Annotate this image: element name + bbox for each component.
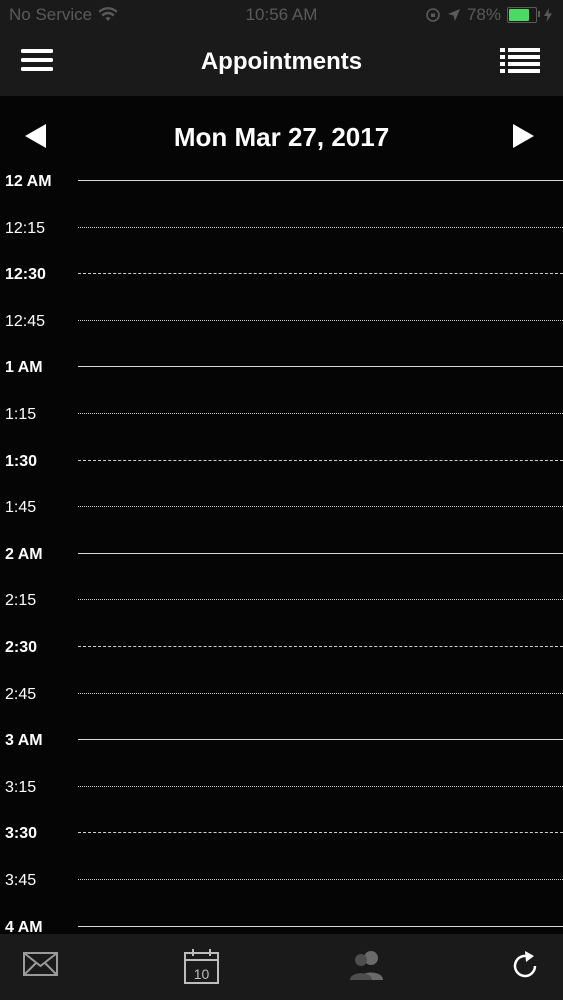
status-right: 78% (425, 5, 553, 25)
time-slot-row[interactable]: 2:15 (0, 591, 563, 611)
time-slot-row[interactable]: 1 AM (0, 358, 563, 378)
time-slot-divider (78, 459, 563, 461)
time-slot-row[interactable]: 2:30 (0, 638, 563, 658)
time-slot-row[interactable]: 3:45 (0, 871, 563, 891)
time-slot-label: 1:45 (5, 499, 37, 517)
time-slot-row[interactable]: 12:15 (0, 219, 563, 239)
time-slot-label: 1:30 (5, 452, 38, 470)
time-slot-label: 3 AM (5, 732, 43, 750)
time-slot-divider (78, 180, 563, 181)
time-slot-row[interactable]: 2:45 (0, 685, 563, 705)
time-slot-divider (78, 739, 563, 741)
tab-calendar[interactable]: 10 (183, 948, 223, 986)
time-slot-label: 2:30 (5, 639, 38, 656)
time-slot-label: 4 AM (5, 918, 43, 934)
time-slot-divider (78, 506, 563, 508)
charging-bolt-icon (544, 8, 552, 22)
time-slot-divider (78, 832, 563, 834)
location-arrow-icon (447, 9, 460, 21)
time-slot-row[interactable]: 1:45 (0, 498, 563, 518)
time-slot-divider (78, 646, 563, 647)
tab-refresh[interactable] (507, 948, 547, 986)
time-slot-label: 12 AM (5, 173, 52, 190)
time-slot-label: 2 AM (5, 545, 43, 563)
status-bar: No Service 10:56 AM 78% (0, 0, 563, 32)
envelope-icon (23, 952, 58, 976)
bottom-tab-bar: 10 (0, 934, 563, 1000)
time-slot-label: 3:15 (5, 778, 37, 796)
time-slot-divider (78, 319, 563, 321)
time-slot-divider (78, 599, 563, 601)
tab-mail[interactable] (22, 948, 62, 986)
list-view-icon (500, 48, 540, 73)
refresh-icon (513, 951, 537, 978)
time-slot-label: 12:30 (5, 266, 46, 284)
time-slot-divider (78, 413, 563, 414)
time-slot-label: 1:15 (5, 406, 37, 423)
orientation-lock-icon (426, 8, 440, 22)
time-slot-divider (78, 366, 563, 368)
time-slot-divider (78, 692, 563, 694)
page-title: Appointments (200, 48, 363, 75)
nav-bar: Appointments (0, 32, 563, 96)
time-slot-row[interactable]: 3:15 (0, 778, 563, 798)
time-slot-divider (78, 552, 563, 554)
tab-contacts[interactable] (346, 948, 386, 986)
calendar-day-number: 10 (194, 966, 210, 982)
time-slot-row[interactable]: 1:15 (0, 405, 563, 425)
time-slot-label: 2:15 (5, 592, 37, 610)
time-slot-divider (78, 226, 563, 228)
time-slot-row[interactable]: 12:30 (0, 265, 563, 285)
time-slot-label: 2:45 (5, 685, 37, 703)
time-slot-row[interactable]: 1:30 (0, 452, 563, 472)
time-slot-row[interactable]: 12:45 (0, 312, 563, 332)
day-time-grid[interactable]: 12 AM 12:15 12:30 12:45 1 AM 1:15 1:30 1:45 2 AM… (0, 172, 563, 934)
time-slot-row[interactable]: 4 AM (0, 918, 563, 934)
contacts-icon (350, 951, 383, 980)
battery-icon (507, 7, 540, 23)
battery-percent: 78% (466, 5, 501, 24)
time-slot-row[interactable]: 3 AM (0, 731, 563, 751)
right-triangle-icon (513, 124, 534, 148)
battery-level (509, 9, 530, 21)
appointments-screen: No Service 10:56 AM 78% Appointments Mon… (0, 0, 563, 1000)
time-slot-divider (78, 879, 563, 880)
time-slot-label: 1 AM (5, 359, 43, 377)
time-slot-row[interactable]: 2 AM (0, 545, 563, 565)
time-slot-divider (78, 785, 563, 787)
time-slot-label: 3:30 (5, 825, 38, 843)
time-slot-divider (78, 273, 563, 275)
date-header: Mon Mar 27, 2017 (0, 96, 563, 172)
calendar-icon: 10 (184, 949, 219, 984)
time-slot-label: 12:15 (5, 219, 46, 237)
time-slot-label: 12:45 (5, 312, 46, 330)
next-day-button[interactable] (511, 122, 541, 152)
time-slot-divider (78, 925, 563, 927)
time-slot-row[interactable]: 12 AM (0, 172, 563, 192)
time-slot-row[interactable]: 3:30 (0, 824, 563, 844)
list-view-button[interactable] (499, 46, 543, 78)
time-slot-label: 3:45 (5, 872, 37, 889)
current-date: Mon Mar 27, 2017 (173, 122, 390, 152)
